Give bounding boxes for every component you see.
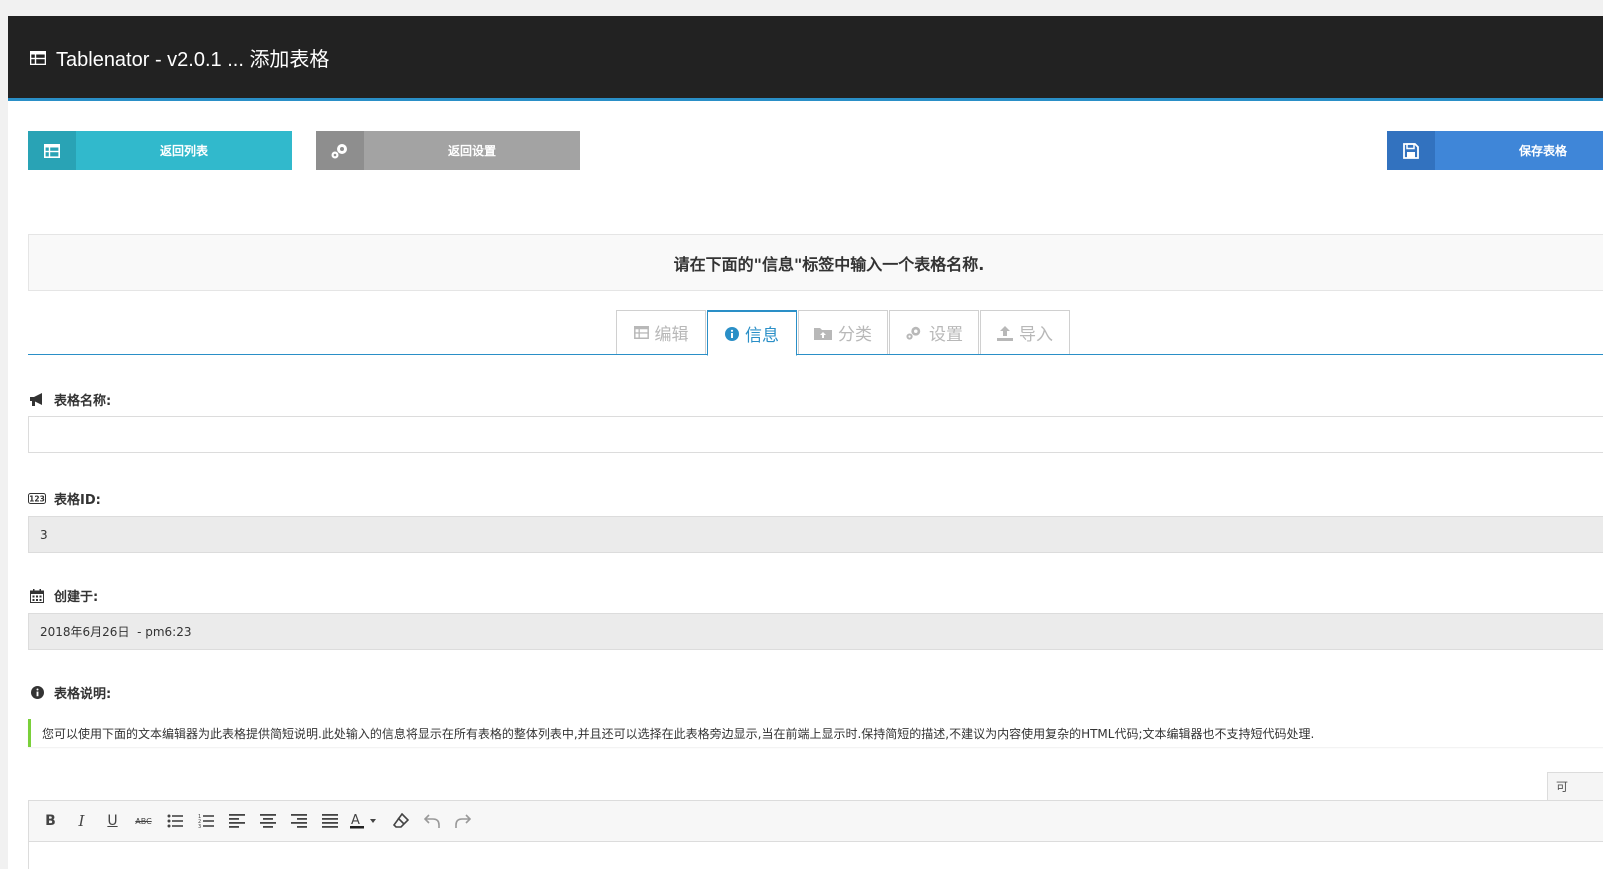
megaphone-icon — [28, 393, 46, 406]
tab-info-label: 信息 — [745, 326, 779, 346]
folder-icon — [814, 326, 832, 340]
tab-info[interactable]: 信息 — [707, 310, 797, 356]
justify-icon[interactable] — [314, 806, 345, 836]
numbers-icon: 123 — [28, 493, 46, 504]
clear-format-icon[interactable] — [385, 806, 416, 836]
gears-icon — [905, 325, 923, 341]
created-label: 创建于: — [28, 586, 98, 605]
main-panel: Tablenator - v2.0.1 ... 添加表格 返回列表 返回设置 保… — [8, 16, 1603, 869]
back-to-list-button[interactable]: 返回列表 — [28, 131, 292, 170]
notice-text: 请在下面的"信息"标签中输入一个表格名称. — [673, 254, 985, 274]
editor-mode-tab[interactable]: 可 — [1547, 772, 1603, 800]
save-icon — [1387, 131, 1435, 170]
svg-text:123: 123 — [29, 494, 45, 503]
tab-categories[interactable]: 分类 — [798, 310, 888, 354]
tab-edit-label: 编辑 — [654, 325, 689, 345]
save-table-button[interactable]: 保存表格 — [1387, 131, 1603, 170]
tab-categories-label: 分类 — [838, 325, 872, 345]
table-icon — [29, 50, 47, 66]
save-table-label: 保存表格 — [1518, 144, 1567, 158]
tab-settings-label: 设置 — [929, 325, 963, 345]
svg-text:A: A — [351, 813, 360, 828]
tab-import-label: 导入 — [1019, 325, 1053, 345]
table-icon — [28, 131, 76, 170]
svg-text:3: 3 — [198, 824, 201, 828]
info-icon — [28, 686, 46, 699]
text-color-icon[interactable]: A — [345, 806, 385, 836]
page-title: Tablenator - v2.0.1 ... 添加表格 — [56, 48, 330, 71]
description-help-note: 您可以使用下面的文本编辑器为此表格提供简短说明.此处输入的信息将显示在所有表格的… — [28, 719, 1603, 747]
table-icon — [633, 326, 649, 339]
tab-edit[interactable]: 编辑 — [616, 310, 706, 354]
gears-icon — [316, 131, 364, 170]
tab-bar: 编辑 信息 分类 设置 导入 — [616, 310, 1071, 356]
back-to-settings-label: 返回设置 — [447, 144, 496, 158]
bold-button[interactable]: B — [35, 806, 66, 836]
title-bar: Tablenator - v2.0.1 ... 添加表格 — [8, 16, 1603, 101]
table-name-label: 表格名称: — [28, 390, 111, 409]
editor-content-area[interactable] — [28, 842, 1603, 869]
table-id-field: 3 — [28, 516, 1603, 553]
notice-message: 请在下面的"信息"标签中输入一个表格名称. — [28, 234, 1603, 291]
undo-icon[interactable] — [416, 806, 447, 836]
italic-button[interactable]: I — [66, 806, 97, 836]
calendar-icon — [28, 588, 46, 603]
redo-icon[interactable] — [447, 806, 478, 836]
created-date-field: 2018年6月26日 - pm6:23 — [28, 613, 1603, 650]
tab-import[interactable]: 导入 — [980, 310, 1070, 354]
table-id-label: 123 表格ID: — [28, 493, 101, 508]
bullet-list-icon[interactable] — [159, 806, 190, 836]
tab-settings[interactable]: 设置 — [889, 310, 979, 354]
upload-icon — [997, 325, 1013, 341]
align-right-icon[interactable] — [283, 806, 314, 836]
back-to-settings-button[interactable]: 返回设置 — [316, 131, 580, 170]
table-description-label: 表格说明: — [28, 683, 111, 702]
info-icon — [725, 326, 739, 341]
editor-toolbar: B I U ABC 123 A — [28, 800, 1603, 842]
strikethrough-button[interactable]: ABC — [128, 806, 159, 836]
align-center-icon[interactable] — [252, 806, 283, 836]
underline-button[interactable]: U — [97, 806, 128, 836]
align-left-icon[interactable] — [221, 806, 252, 836]
back-to-list-label: 返回列表 — [159, 144, 208, 158]
table-name-input[interactable] — [28, 416, 1603, 453]
numbered-list-icon[interactable]: 123 — [190, 806, 221, 836]
